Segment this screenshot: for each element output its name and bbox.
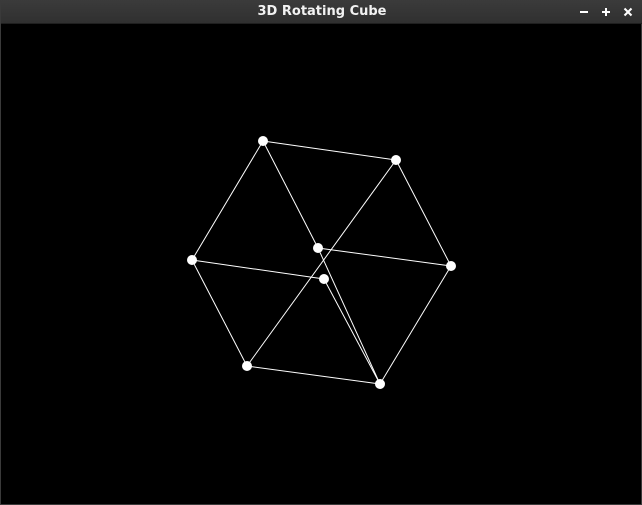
cube-edge-2 xyxy=(191,140,264,261)
render-canvas[interactable] xyxy=(1,24,641,504)
minimize-icon xyxy=(580,11,588,13)
cube-edge-9 xyxy=(317,247,381,385)
cube-edge-8 xyxy=(317,247,452,267)
window-title: 3D Rotating Cube xyxy=(257,4,387,19)
cube-vertex-1 xyxy=(258,136,268,146)
cube-vertex-3 xyxy=(187,255,197,265)
cube-vertex-5 xyxy=(446,261,456,271)
cube-vertex-6 xyxy=(319,274,329,284)
cube-edge-11 xyxy=(323,278,381,385)
cube-edge-7 xyxy=(191,259,248,367)
cube-vertex-7 xyxy=(242,361,252,371)
cube-edge-10 xyxy=(379,265,452,385)
cube-vertex-2 xyxy=(391,155,401,165)
cube-vertex-8 xyxy=(375,379,385,389)
app-window: 3D Rotating Cube xyxy=(0,0,642,505)
cube-edge-12 xyxy=(246,365,381,385)
minimize-button[interactable] xyxy=(575,3,593,21)
cube-vertex-4 xyxy=(313,243,323,253)
close-button[interactable] xyxy=(619,3,637,21)
cube-edge-5 xyxy=(246,159,397,367)
maximize-button[interactable] xyxy=(597,3,615,21)
close-icon xyxy=(623,7,633,17)
cube-edge-1 xyxy=(262,140,397,161)
cube-drawing xyxy=(187,136,456,389)
cube-edge-3 xyxy=(262,140,319,249)
title-bar[interactable]: 3D Rotating Cube xyxy=(1,0,642,24)
cube-edge-4 xyxy=(395,159,452,267)
maximize-icon xyxy=(602,8,610,16)
window-controls xyxy=(575,0,637,24)
cube-edge-6 xyxy=(191,259,325,280)
